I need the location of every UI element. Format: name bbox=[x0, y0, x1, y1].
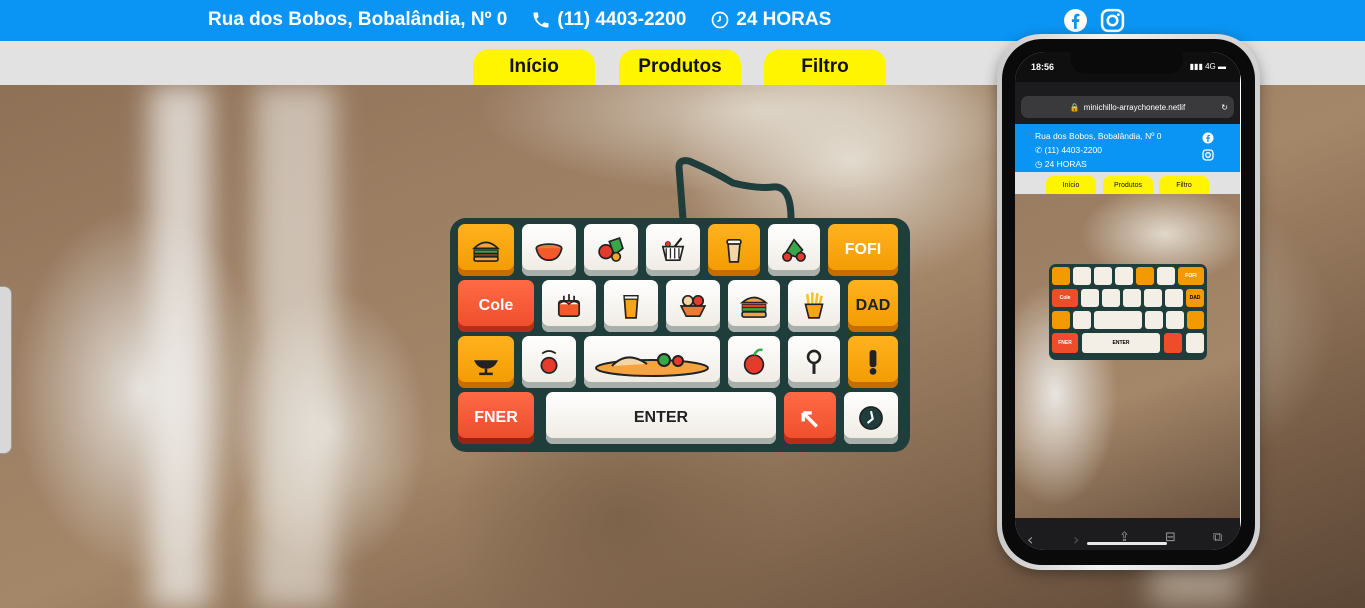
teapot-icon bbox=[540, 350, 558, 374]
address-text: Rua dos Bobos, Bobalândia, Nº 0 bbox=[208, 9, 508, 30]
key-drink bbox=[708, 224, 760, 276]
phone-top-bar: Rua dos Bobos, Bobalândia, Nº 0 ✆ (11) 4… bbox=[1015, 124, 1240, 172]
burger-icon bbox=[472, 241, 500, 262]
url-field[interactable]: 🔒 minichillo-arraychonete.netlif ↻ bbox=[1021, 96, 1234, 118]
tabs-icon[interactable]: ⧉ bbox=[1213, 530, 1222, 545]
phone-screen-wrap: 18:56 ▮▮▮ 4G ▬ 🔒 minichillo-arraychonete… bbox=[1000, 37, 1257, 567]
key-veggies bbox=[768, 224, 820, 276]
forward-icon[interactable]: › bbox=[1073, 530, 1079, 549]
key-dad: DAD bbox=[848, 280, 898, 332]
phone-keyboard-illustration: FOFI Cole DAD FNER ENTER bbox=[1049, 264, 1207, 360]
key-enter: ENTER bbox=[546, 392, 776, 444]
key-sandwich bbox=[728, 280, 780, 332]
dial-icon bbox=[859, 406, 883, 430]
key-exclaim bbox=[848, 336, 898, 388]
magnifier-icon bbox=[806, 349, 822, 374]
key-fofi: FOFI bbox=[828, 224, 898, 276]
phone-nav-inicio[interactable]: Início bbox=[1046, 176, 1096, 194]
key-magnifier bbox=[788, 336, 840, 388]
sandwich-icon bbox=[739, 296, 769, 318]
key-fner: FNER bbox=[458, 392, 534, 444]
key-basket bbox=[646, 224, 700, 276]
phone-icon bbox=[533, 12, 549, 28]
juice-glass-icon bbox=[623, 294, 639, 319]
drink-cup-icon bbox=[726, 238, 742, 263]
arrow-up-left-icon bbox=[801, 411, 819, 428]
address: Rua dos Bobos, Bobalândia, Nº 0 bbox=[208, 9, 507, 31]
phone-nav-filtro[interactable]: Filtro bbox=[1159, 176, 1209, 194]
basket-icon bbox=[661, 237, 685, 262]
food-keyboard-illustration: FOFI Cole DAD FNER ENTER bbox=[450, 218, 910, 452]
facebook-icon[interactable] bbox=[1063, 8, 1088, 33]
keyboard-cable bbox=[675, 157, 795, 223]
key-clock bbox=[844, 392, 898, 444]
key-platter bbox=[584, 336, 720, 388]
key-fries bbox=[788, 280, 840, 332]
cake-icon bbox=[557, 294, 581, 318]
reload-icon[interactable]: ↻ bbox=[1221, 103, 1228, 112]
fries-icon bbox=[804, 292, 824, 319]
phone-text: (11) 4403-2200 bbox=[557, 9, 687, 30]
key-bowl bbox=[522, 224, 576, 276]
phone-url-bar: 🔒 minichillo-arraychonete.netlif ↻ bbox=[1015, 82, 1240, 124]
hours-text: 24 HORAS bbox=[736, 9, 832, 30]
lock-icon: 🔒 bbox=[1069, 102, 1080, 112]
back-icon[interactable]: ‹ bbox=[1027, 530, 1033, 549]
phone-notch bbox=[1071, 52, 1183, 74]
signal-indicator: ▮▮▮ 4G ▬ bbox=[1189, 62, 1226, 71]
key-juice bbox=[604, 280, 658, 332]
home-indicator bbox=[1087, 542, 1167, 545]
key-burger bbox=[458, 224, 514, 276]
exclamation-icon bbox=[869, 350, 877, 375]
key-arrow bbox=[784, 392, 836, 444]
key-icecream bbox=[666, 280, 720, 332]
key-teapot bbox=[522, 336, 576, 388]
dessert-bowl-icon bbox=[679, 294, 707, 318]
key-cole: Cole bbox=[458, 280, 534, 332]
key-apple bbox=[728, 336, 780, 388]
vegetables-icon bbox=[782, 238, 806, 262]
side-drawer-handle[interactable] bbox=[0, 286, 12, 454]
food-platter-icon bbox=[595, 353, 709, 377]
social-links bbox=[1063, 8, 1125, 33]
instagram-icon[interactable] bbox=[1202, 149, 1214, 161]
nav-filtro[interactable]: Filtro bbox=[764, 49, 886, 85]
phone-social-links bbox=[1202, 132, 1214, 161]
apple-icon bbox=[743, 348, 765, 375]
clock-icon bbox=[711, 11, 729, 29]
key-pan bbox=[458, 336, 514, 388]
salad-icon bbox=[598, 237, 624, 262]
phone[interactable]: (11) 4403-2200 bbox=[531, 9, 686, 31]
instagram-icon[interactable] bbox=[1100, 8, 1125, 33]
contact-info: Rua dos Bobos, Bobalândia, Nº 0 (11) 440… bbox=[208, 9, 831, 31]
phone-screen: 18:56 ▮▮▮ 4G ▬ 🔒 minichillo-arraychonete… bbox=[1015, 52, 1241, 550]
facebook-icon[interactable] bbox=[1202, 132, 1214, 144]
key-cake bbox=[542, 280, 596, 332]
soup-bowl-icon bbox=[535, 243, 563, 262]
phone-nav-bar: Início Produtos Filtro bbox=[1015, 172, 1240, 194]
key-salad bbox=[584, 224, 638, 276]
phone-browser-toolbar: ‹ › ⇪ ⊟ ⧉ bbox=[1015, 518, 1240, 550]
nav-inicio[interactable]: Início bbox=[473, 49, 595, 85]
pan-icon bbox=[474, 360, 498, 376]
nav-produtos[interactable]: Produtos bbox=[619, 49, 741, 85]
phone-nav-produtos[interactable]: Produtos bbox=[1103, 176, 1153, 194]
hours: 24 HORAS bbox=[710, 9, 831, 31]
phone-page-body: FOFI Cole DAD FNER ENTER bbox=[1015, 194, 1240, 518]
